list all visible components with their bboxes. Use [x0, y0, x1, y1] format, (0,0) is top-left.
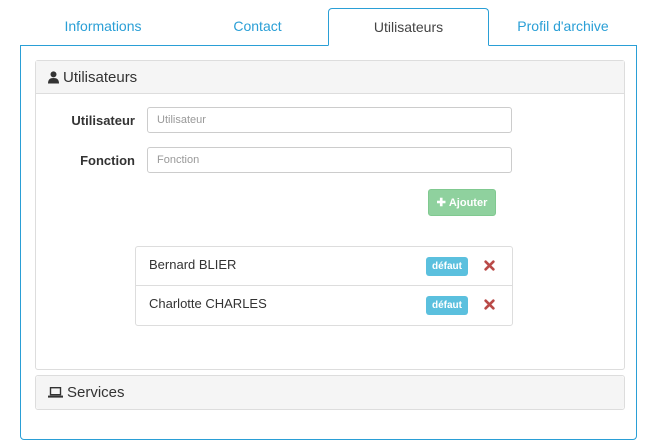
remove-icon[interactable]	[484, 260, 495, 271]
default-badge[interactable]: défaut	[426, 296, 468, 315]
user-name: Charlotte CHARLES	[149, 296, 267, 311]
services-panel-title: Services	[67, 384, 125, 401]
user-list: Bernard BLIER défaut Charlotte CHARLES d…	[135, 246, 513, 326]
users-panel-title: Utilisateurs	[63, 68, 138, 86]
tab-contact[interactable]: Contact	[186, 8, 329, 46]
user-field-row: Utilisateur	[36, 107, 624, 133]
laptop-icon	[48, 387, 63, 398]
user-icon	[48, 70, 59, 83]
function-field-label: Fonction	[80, 152, 135, 168]
tab-bar: Informations Contact Utilisateurs Profil…	[20, 8, 637, 46]
user-name: Bernard BLIER	[149, 257, 237, 272]
user-input[interactable]	[147, 107, 512, 133]
services-panel: Services	[35, 375, 625, 410]
tab-utilisateurs[interactable]: Utilisateurs	[328, 8, 489, 46]
add-user-button[interactable]: ✚ Ajouter	[428, 189, 496, 216]
function-input[interactable]	[147, 147, 512, 173]
list-item: Bernard BLIER défaut	[136, 247, 512, 286]
users-panel-heading[interactable]: Utilisateurs	[36, 61, 624, 94]
default-badge[interactable]: défaut	[426, 257, 468, 276]
list-item: Charlotte CHARLES défaut	[136, 286, 512, 325]
function-field-row: Fonction	[36, 147, 624, 173]
user-field-label: Utilisateur	[71, 112, 135, 128]
services-panel-heading[interactable]: Services	[36, 376, 624, 409]
tab-content: Utilisateurs Utilisateur Fonction ✚ Ajou…	[20, 45, 637, 440]
add-user-button-label: Ajouter	[448, 196, 488, 209]
tab-informations[interactable]: Informations	[20, 8, 186, 46]
tab-profil-archive[interactable]: Profil d'archive	[489, 8, 637, 46]
users-panel: Utilisateurs Utilisateur Fonction ✚ Ajou…	[35, 60, 625, 370]
plus-icon: ✚	[436, 197, 446, 209]
remove-icon[interactable]	[484, 299, 495, 310]
